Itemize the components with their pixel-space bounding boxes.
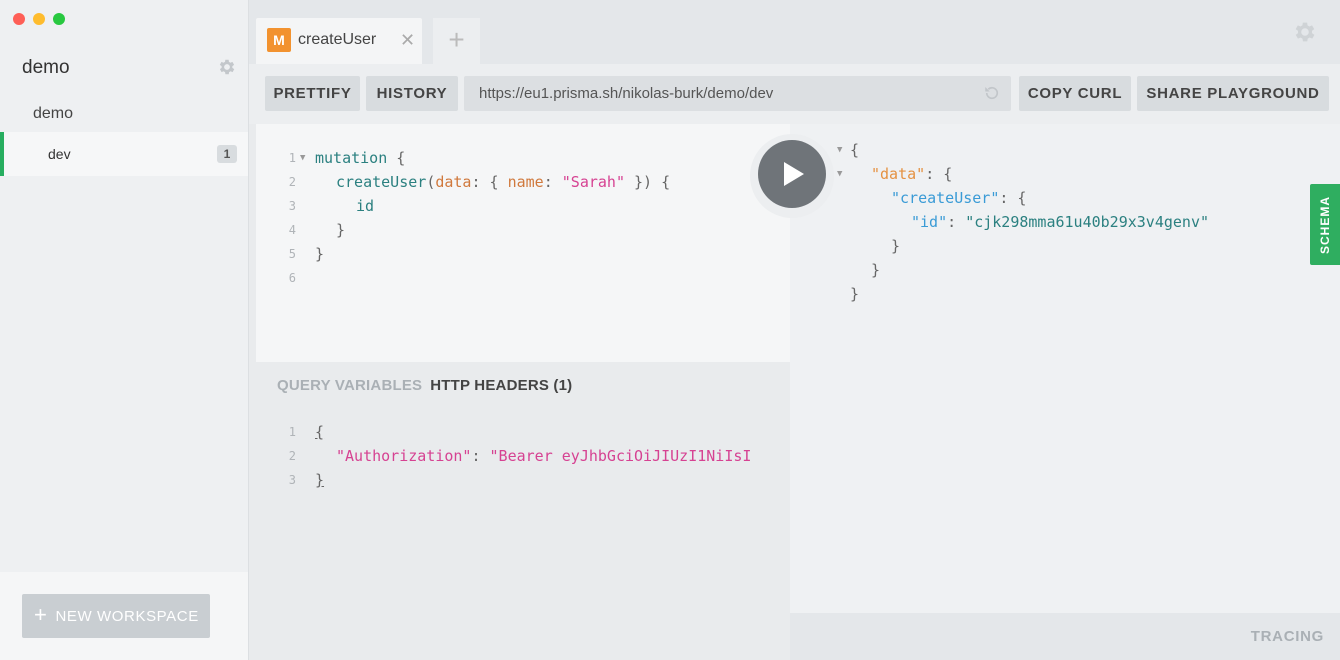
- stage-count-badge: 1: [217, 145, 237, 163]
- code-line: {: [315, 423, 325, 441]
- endpoint-url: https://eu1.prisma.sh/nikolas-burk/demo/…: [479, 85, 774, 102]
- schema-tab[interactable]: SCHEMA: [1310, 184, 1340, 265]
- new-workspace-button[interactable]: + NEW WORKSPACE: [22, 594, 210, 638]
- endpoint-url-input[interactable]: https://eu1.prisma.sh/nikolas-burk/demo/…: [464, 76, 1011, 111]
- tracing-bar[interactable]: TRACING: [790, 613, 1340, 660]
- stage-name: dev: [48, 146, 71, 162]
- input-value: "Sarah": [561, 173, 625, 191]
- project-title[interactable]: demo: [33, 105, 73, 123]
- sidebar: demo demo dev 1 + NEW WORKSPACE: [0, 0, 249, 660]
- keyword: mutation: [315, 149, 388, 167]
- header-value: "Bearer eyJhbGciOiJIUzI1NiIsI: [489, 447, 752, 465]
- line-number: 1: [288, 425, 296, 439]
- minimize-window-icon[interactable]: [33, 13, 45, 25]
- line-number: 1: [288, 151, 296, 165]
- fold-icon[interactable]: ▼: [300, 146, 305, 170]
- code-line: }: [315, 471, 325, 489]
- argument-name: data: [435, 173, 472, 191]
- selection-field: id: [356, 197, 375, 215]
- header-key: "Authorization": [336, 447, 472, 465]
- schema-label: SCHEMA: [1318, 195, 1332, 254]
- line-number: 2: [288, 449, 296, 463]
- close-window-icon[interactable]: [13, 13, 25, 25]
- sidebar-item-dev[interactable]: dev 1: [0, 132, 248, 176]
- line-number: 4: [288, 223, 296, 237]
- new-workspace-label: NEW WORKSPACE: [55, 607, 199, 625]
- code-line: id: [356, 194, 374, 218]
- result-id-value: "cjk298mma61u40b29x3v4genv": [965, 213, 1210, 231]
- code-line: "data": {: [871, 165, 953, 183]
- fold-icon[interactable]: ▼: [837, 162, 842, 186]
- variables-pane: QUERY VARIABLES HTTP HEADERS (1) 1 { 2 "A…: [256, 362, 790, 660]
- code-line: }: [891, 237, 901, 255]
- result-viewer: ▼ { ▼ "data": { "createUser": { "id": "c…: [790, 124, 1340, 613]
- tab-label: createUser: [298, 31, 377, 48]
- mutation-badge: M: [267, 28, 291, 52]
- gear-icon[interactable]: [217, 57, 237, 77]
- maximize-window-icon[interactable]: [53, 13, 65, 25]
- share-playground-button[interactable]: SHARE PLAYGROUND: [1137, 76, 1329, 111]
- code-line: mutation {: [315, 149, 406, 167]
- plus-icon: +: [34, 602, 48, 627]
- variables-tabs: QUERY VARIABLES HTTP HEADERS (1): [277, 377, 572, 394]
- line-number: 5: [288, 247, 296, 261]
- settings-gear-icon[interactable]: [1292, 19, 1318, 45]
- code-line: "Authorization": "Bearer eyJhbGciOiJIUzI…: [336, 447, 752, 465]
- history-button[interactable]: HISTORY: [366, 76, 458, 111]
- line-number: 6: [288, 271, 296, 285]
- tab-createuser[interactable]: M createUser ✕: [256, 18, 422, 64]
- result-data-key: "data": [871, 165, 926, 183]
- toolbar: PRETTIFY HISTORY https://eu1.prisma.sh/n…: [249, 64, 1340, 124]
- code-line: }: [336, 221, 346, 239]
- result-field-key: "createUser": [891, 189, 1000, 207]
- prettify-button[interactable]: PRETTIFY: [265, 76, 360, 111]
- code-line: {: [850, 141, 860, 159]
- line-number: 2: [288, 175, 296, 189]
- sidebar-footer: + NEW WORKSPACE: [0, 572, 248, 660]
- result-id-key: "id": [911, 213, 948, 231]
- tab-http-headers[interactable]: HTTP HEADERS (1): [430, 377, 572, 394]
- new-tab-button[interactable]: +: [433, 18, 480, 64]
- code-line: }: [850, 285, 860, 303]
- code-line: }: [871, 261, 881, 279]
- field-name: createUser: [336, 173, 427, 191]
- tracing-label: TRACING: [1250, 628, 1324, 645]
- code-line: createUser(data: { name: "Sarah" }) {: [336, 173, 671, 191]
- code-line: "createUser": {: [891, 189, 1027, 207]
- tab-bar: M createUser ✕ +: [249, 0, 1340, 64]
- tab-query-variables[interactable]: QUERY VARIABLES: [277, 377, 422, 394]
- copy-curl-button[interactable]: COPY CURL: [1019, 76, 1131, 111]
- query-editor[interactable]: 1 ▼ mutation { 2 createUser(data: { name…: [256, 124, 790, 362]
- execute-query-button[interactable]: [758, 140, 826, 208]
- window-controls: [13, 13, 65, 25]
- line-number: 3: [288, 199, 296, 213]
- active-indicator: [0, 132, 4, 176]
- line-number: 3: [288, 473, 296, 487]
- input-key: name: [507, 173, 544, 191]
- workspace-title: demo: [22, 57, 70, 78]
- reload-icon[interactable]: [983, 84, 1001, 102]
- close-icon[interactable]: ✕: [400, 30, 415, 51]
- code-line: }: [315, 245, 325, 263]
- fold-icon[interactable]: ▼: [837, 138, 842, 162]
- code-line: "id": "cjk298mma61u40b29x3v4genv": [911, 213, 1210, 231]
- play-icon: [784, 162, 804, 186]
